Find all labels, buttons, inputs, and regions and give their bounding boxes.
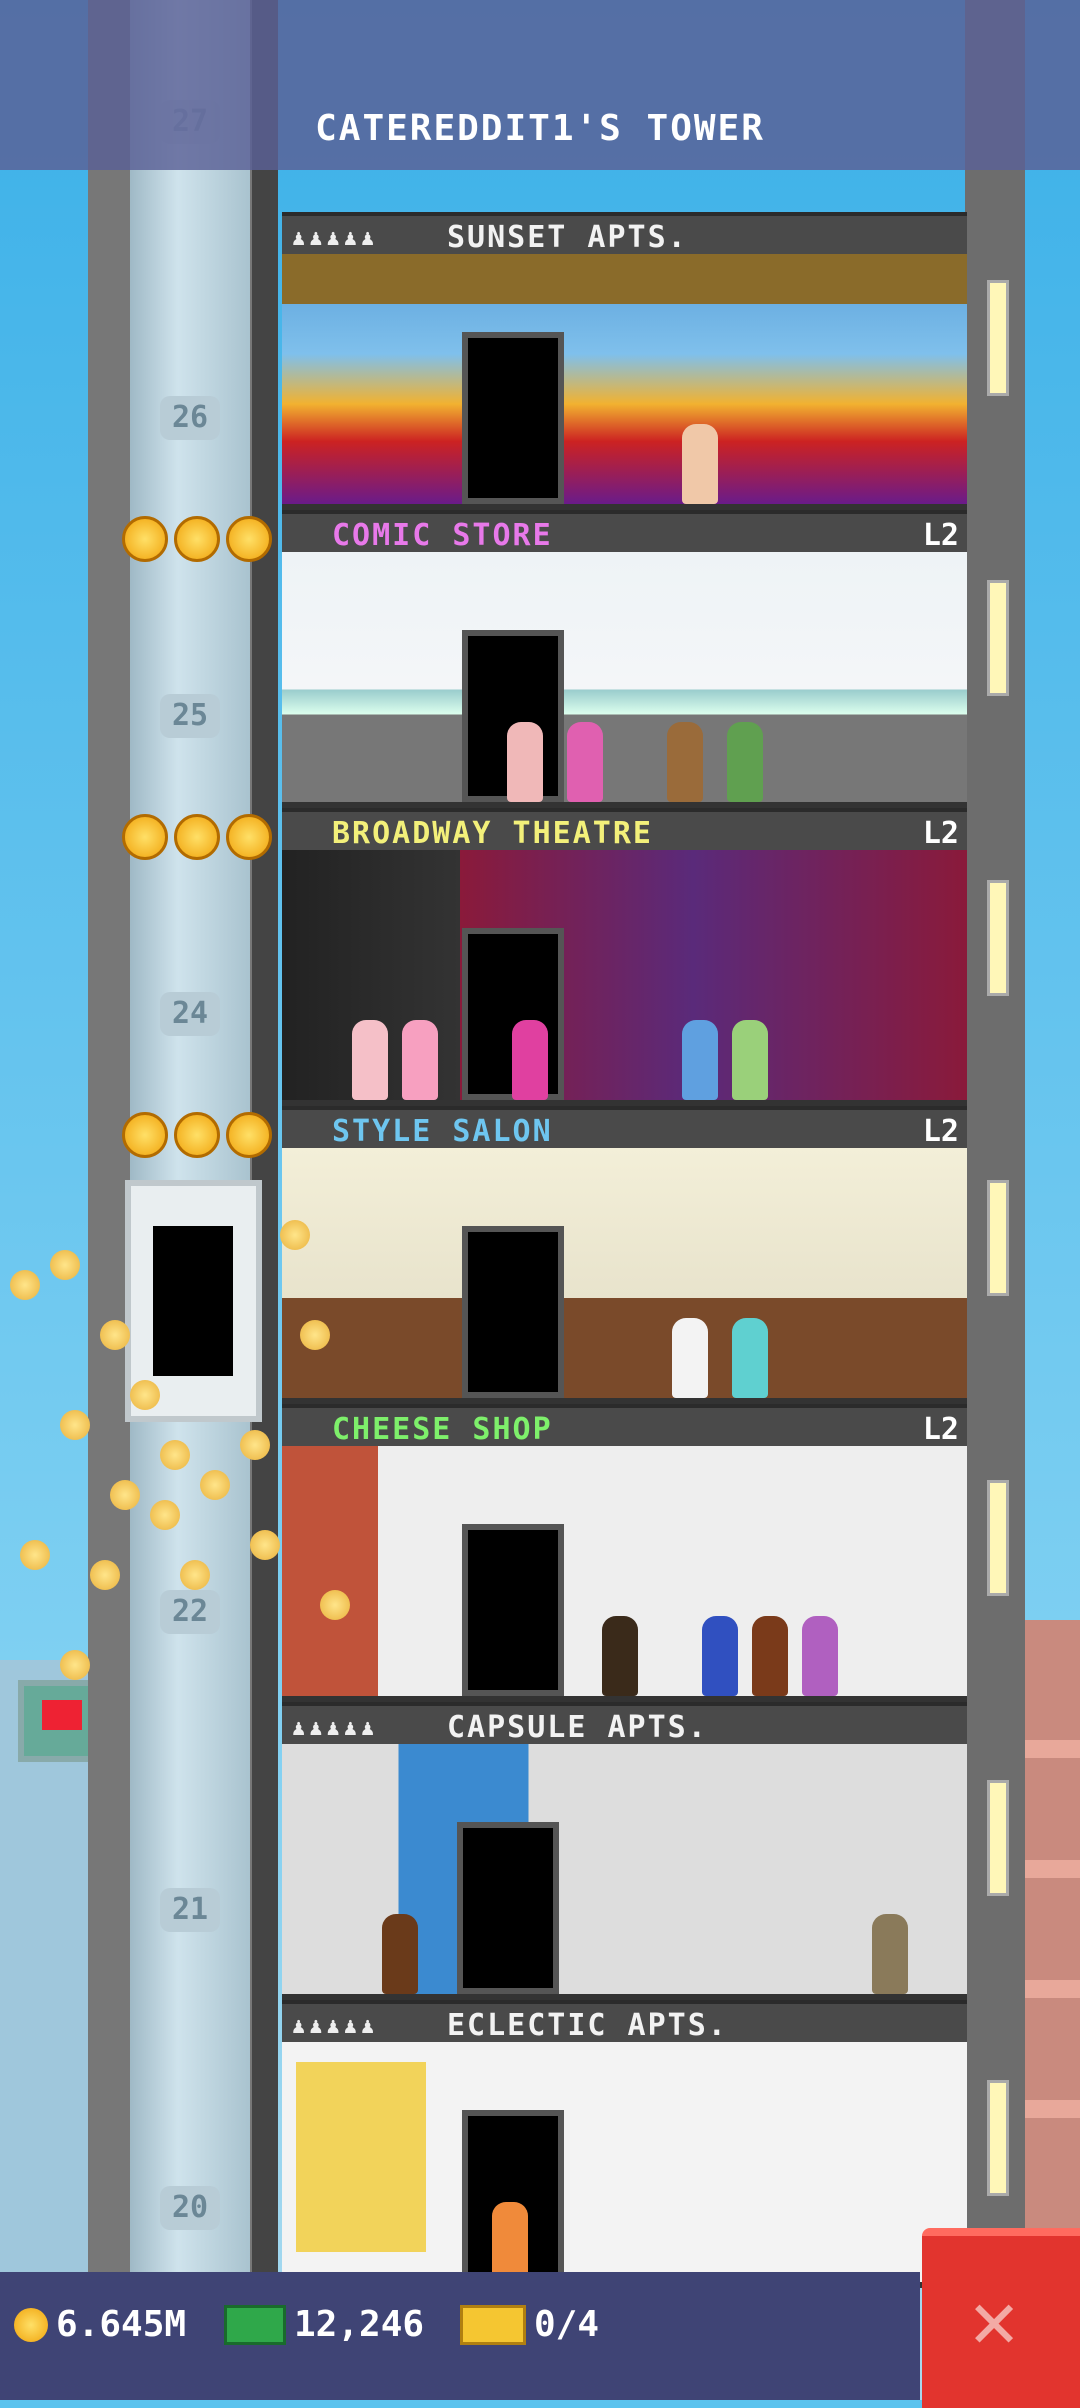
floor-name: STYLE SALON (332, 1114, 553, 1149)
floor-label-bar: CHEESE SHOP L2 (282, 1404, 967, 1447)
tickets-counter[interactable]: 0/4 (460, 2304, 599, 2345)
customer (602, 1616, 638, 1696)
resource-bar: 6.645M 12,246 0/4 (0, 2272, 920, 2400)
customer (507, 722, 543, 802)
customer (802, 1616, 838, 1696)
room-interior (282, 254, 967, 510)
floor-sunset-apts[interactable]: ♟♟♟♟♟ SUNSET APTS. (282, 212, 967, 510)
floor-label-bar: COMIC STORE L2 (282, 510, 967, 553)
floor-style-salon[interactable]: STYLE SALON L2 (282, 1106, 967, 1404)
floor-capsule-apts[interactable]: ♟♟♟♟♟ CAPSULE APTS. (282, 1702, 967, 2000)
room-door (462, 1524, 564, 1696)
tower-title: CATEREDDIT1'S TOWER (315, 108, 765, 149)
room-interior (282, 552, 967, 808)
floor-name: CAPSULE APTS. (447, 1710, 708, 1745)
floor-level: L2 (922, 1114, 959, 1149)
floor-level: L2 (922, 816, 959, 851)
floor-number: 20 (160, 2186, 220, 2230)
customer (512, 1020, 548, 1100)
floor-number: 24 (160, 992, 220, 1036)
room-interior (282, 2042, 967, 2288)
customer (682, 1020, 718, 1100)
customer (732, 1020, 768, 1100)
customer (352, 1020, 388, 1100)
tower-right-wall (965, 0, 1025, 2280)
floor-name: COMIC STORE (332, 518, 553, 553)
resident (872, 1914, 908, 1994)
floor-number: 22 (160, 1590, 220, 1634)
top-header: CATEREDDIT1'S TOWER (0, 0, 1080, 170)
bux-icon (224, 2304, 286, 2345)
room-interior (282, 1148, 967, 1404)
floor-eclectic-apts[interactable]: ♟♟♟♟♟ ECLECTIC APTS. (282, 2000, 967, 2288)
customer (567, 722, 603, 802)
floor-comic-store[interactable]: COMIC STORE L2 (282, 510, 967, 808)
floor-label-bar: BROADWAY THEATRE L2 (282, 808, 967, 851)
customer (732, 1318, 768, 1398)
floor-number: 25 (160, 694, 220, 738)
customer (702, 1616, 738, 1696)
wall-painting (296, 2062, 426, 2252)
room-interior (282, 850, 967, 1106)
customer (727, 722, 763, 802)
floor-level: L2 (922, 1412, 959, 1447)
resident (382, 1914, 418, 1994)
residents-icon: ♟♟♟♟♟ (292, 2014, 379, 2039)
resident (682, 424, 718, 504)
bux-value: 12,246 (294, 2304, 425, 2345)
customer (667, 722, 703, 802)
bux-counter[interactable]: 12,246 (224, 2304, 424, 2345)
floor-label-bar: STYLE SALON L2 (282, 1106, 967, 1149)
close-icon: ✕ (970, 2273, 1019, 2366)
room-door (457, 1822, 559, 1994)
room-door (462, 1226, 564, 1398)
ticket-icon (460, 2304, 526, 2345)
room-door (462, 332, 564, 504)
floor-label-bar: ♟♟♟♟♟ ECLECTIC APTS. (282, 2000, 967, 2043)
customer (752, 1616, 788, 1696)
star-rating (122, 516, 272, 562)
residents-icon: ♟♟♟♟♟ (292, 1716, 379, 1741)
tickets-value: 0/4 (534, 2304, 600, 2345)
close-button[interactable]: ✕ (922, 2228, 1080, 2408)
floor-label-bar: ♟♟♟♟♟ SUNSET APTS. (282, 212, 967, 255)
coins-counter: 6.645M (14, 2304, 186, 2345)
floor-level: L2 (922, 518, 959, 553)
customer (402, 1020, 438, 1100)
floor-name: BROADWAY THEATRE (332, 816, 653, 851)
floor-cheese-shop[interactable]: CHEESE SHOP L2 (282, 1404, 967, 1702)
coin-icon (14, 2307, 48, 2342)
floor-number: 26 (160, 396, 220, 440)
residents-icon: ♟♟♟♟♟ (292, 226, 379, 251)
floor-name: CHEESE SHOP (332, 1412, 553, 1447)
floor-number: 21 (160, 1888, 220, 1932)
room-interior (282, 1446, 967, 1702)
resident (492, 2202, 528, 2282)
customer (672, 1318, 708, 1398)
room-interior (282, 1744, 967, 2000)
star-rating (122, 814, 272, 860)
floor-label-bar: ♟♟♟♟♟ CAPSULE APTS. (282, 1702, 967, 1745)
floor-name: SUNSET APTS. (447, 220, 688, 255)
floor-name: ECLECTIC APTS. (447, 2008, 728, 2043)
star-rating (122, 1112, 272, 1158)
floor-broadway-theatre[interactable]: BROADWAY THEATRE L2 (282, 808, 967, 1106)
coins-value: 6.645M (56, 2304, 187, 2345)
